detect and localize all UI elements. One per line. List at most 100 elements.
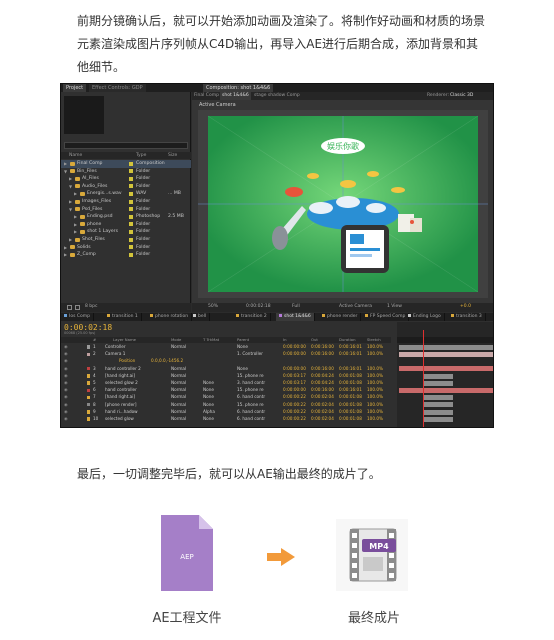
col-layer-name[interactable]: Layer Name bbox=[113, 337, 136, 343]
layer-name[interactable]: [hand right.ai] bbox=[105, 373, 135, 379]
layer-trkmat[interactable]: None bbox=[203, 394, 214, 400]
layer-in[interactable]: 0:00:00:00 bbox=[283, 344, 306, 350]
layer-stretch[interactable]: 100.0% bbox=[367, 409, 383, 415]
timeline-tab[interactable]: transition 3 bbox=[448, 313, 486, 321]
layer-duration[interactable]: 0:00:01:08 bbox=[339, 373, 362, 379]
layer-trkmat[interactable]: None bbox=[203, 402, 214, 408]
resolution-select[interactable]: Full bbox=[292, 304, 300, 309]
expand-right-icon[interactable]: ▶ bbox=[69, 175, 72, 183]
layer-label-color[interactable] bbox=[87, 417, 90, 421]
layer-row[interactable]: ◉ 9 hand ri...hadow Normal Alpha 6. hand cont… bbox=[61, 409, 391, 415]
layer-duration[interactable]: 0:00:01:08 bbox=[339, 416, 362, 422]
layer-duration[interactable]: 0:00:16:01 bbox=[339, 387, 362, 393]
subtab-stage-shadow[interactable]: stage shadow Comp bbox=[254, 92, 300, 100]
layer-stretch[interactable]: 100.0% bbox=[367, 416, 383, 422]
expand-right-icon[interactable]: ▶ bbox=[74, 221, 77, 229]
timeline-tab[interactable]: FP Speed Comp bbox=[362, 313, 410, 321]
layer-row[interactable]: ◉ 1 Controller Normal None 0:00:00:00 0:00:16:… bbox=[61, 344, 391, 350]
effect-controls-tab[interactable]: Effect Controls: GDP bbox=[89, 84, 146, 92]
layer-in[interactable]: 0:00:00:22 bbox=[283, 394, 306, 400]
layer-parent[interactable]: 6. hand contr bbox=[237, 409, 265, 415]
timeline-tab[interactable]: Ending Logo bbox=[405, 313, 445, 321]
layer-name[interactable]: Camera 1 bbox=[105, 351, 125, 357]
layer-duration-bar[interactable] bbox=[423, 416, 453, 422]
visibility-eye-icon[interactable]: ◉ bbox=[64, 366, 68, 372]
layer-row[interactable]: ◉ 5 selected glow 2 Normal None 3. hand contr… bbox=[61, 380, 391, 386]
subtab-final-comp[interactable]: Final Comp bbox=[194, 92, 219, 100]
expand-right-icon[interactable]: ▶ bbox=[74, 228, 77, 236]
visibility-eye-icon[interactable]: ◉ bbox=[64, 402, 68, 408]
label-color-swatch[interactable] bbox=[129, 207, 133, 212]
current-time-indicator[interactable] bbox=[423, 330, 424, 427]
layer-stretch[interactable]: 100.0% bbox=[367, 402, 383, 408]
layer-in[interactable]: 0:00:03:17 bbox=[283, 380, 306, 386]
layer-parent[interactable]: 15. phone re bbox=[237, 387, 264, 393]
exposure-value[interactable]: +0.0 bbox=[460, 304, 471, 309]
label-color-swatch[interactable] bbox=[129, 191, 133, 196]
timeline-tab[interactable]: shot 1&4&6 bbox=[276, 313, 315, 321]
layer-row[interactable]: ◉ 4 [hand right.ai] Normal 15. phone re 0:00:… bbox=[61, 373, 391, 379]
layer-duration-bar[interactable] bbox=[423, 395, 453, 401]
layer-stretch[interactable]: 100.0% bbox=[367, 344, 383, 350]
layer-duration-bar[interactable] bbox=[423, 402, 453, 408]
layer-mode[interactable]: Normal bbox=[171, 409, 186, 415]
expand-down-icon[interactable]: ▼ bbox=[69, 206, 72, 214]
layer-duration-bar[interactable] bbox=[423, 380, 453, 386]
subtab-shot[interactable]: shot 1&4&6 bbox=[220, 92, 251, 100]
label-color-swatch[interactable] bbox=[129, 252, 133, 257]
time-ruler[interactable] bbox=[397, 337, 493, 343]
layer-mode[interactable]: Normal bbox=[171, 373, 186, 379]
layer-stretch[interactable]: 100.0% bbox=[367, 373, 383, 379]
label-color-swatch[interactable] bbox=[129, 222, 133, 227]
layer-duration[interactable]: 0:00:16:01 bbox=[339, 344, 362, 350]
label-color-swatch[interactable] bbox=[129, 199, 133, 204]
col-stretch[interactable]: Stretch bbox=[367, 337, 381, 343]
visibility-eye-icon[interactable]: ◉ bbox=[64, 351, 68, 357]
layer-name[interactable]: selected glow bbox=[105, 416, 134, 422]
layer-out[interactable]: 0:00:16:00 bbox=[311, 351, 334, 357]
layer-duration[interactable]: 0:00:01:08 bbox=[339, 394, 362, 400]
layer-duration[interactable]: 0:00:01:08 bbox=[339, 402, 362, 408]
layer-trkmat[interactable]: Alpha bbox=[203, 409, 215, 415]
layer-duration[interactable]: 0:00:16:01 bbox=[339, 366, 362, 372]
layer-name[interactable]: Controller bbox=[105, 344, 126, 350]
layer-row[interactable]: ◉ 3 hand controller 2 Normal None 0:00:00:00 0… bbox=[61, 366, 391, 372]
layer-label-color[interactable] bbox=[87, 402, 90, 407]
new-folder-icon[interactable] bbox=[75, 305, 80, 310]
project-col-name[interactable]: Name bbox=[69, 152, 82, 159]
views-layout-select[interactable]: 1 View bbox=[387, 304, 402, 309]
layer-label-color[interactable] bbox=[87, 345, 90, 349]
layer-in[interactable]: 0:00:00:00 bbox=[283, 366, 306, 372]
project-item[interactable]: ▶ Z_Comp Folder bbox=[61, 251, 191, 259]
layer-mode[interactable]: Normal bbox=[171, 366, 186, 372]
composition-tab[interactable]: Composition: shot 1&4&6 bbox=[203, 84, 274, 92]
expand-right-icon[interactable]: ▶ bbox=[64, 244, 67, 252]
project-search-input[interactable] bbox=[64, 142, 188, 149]
layer-duration[interactable]: 0:00:01:08 bbox=[339, 380, 362, 386]
layer-duration-bar[interactable] bbox=[423, 373, 453, 379]
col-in[interactable]: In bbox=[283, 337, 287, 343]
layer-in[interactable]: 0:00:03:17 bbox=[283, 373, 306, 379]
project-item[interactable]: ▶ Ending.psd Photoshop 2.5 MB bbox=[61, 213, 191, 221]
project-item[interactable]: ▼ Audio_Files Folder bbox=[61, 183, 191, 191]
layer-name[interactable]: [phone render] bbox=[105, 402, 137, 408]
layer-out[interactable]: 0:00:16:00 bbox=[311, 387, 334, 393]
layer-name[interactable]: hand controller bbox=[105, 387, 137, 393]
expand-right-icon[interactable]: ▶ bbox=[74, 213, 77, 221]
project-item[interactable]: ▼ Psd_Files Folder bbox=[61, 206, 191, 214]
layer-name[interactable]: selected glow 2 bbox=[105, 380, 138, 386]
label-color-swatch[interactable] bbox=[129, 229, 133, 234]
layer-label-color[interactable] bbox=[87, 410, 90, 414]
comp-current-time[interactable]: 0:00:02:18 bbox=[246, 304, 271, 309]
layer-out[interactable]: 0:00:16:00 bbox=[311, 366, 334, 372]
expand-right-icon[interactable]: ▶ bbox=[64, 251, 67, 259]
visibility-eye-icon[interactable]: ◉ bbox=[64, 416, 68, 422]
layer-label-color[interactable] bbox=[87, 352, 90, 357]
layer-parent[interactable]: 6. hand contr bbox=[237, 394, 265, 400]
layer-out[interactable]: 0:00:02:04 bbox=[311, 409, 334, 415]
timeline-tab[interactable]: phone rotation bbox=[147, 313, 193, 321]
layer-parent[interactable]: 1. Controller bbox=[237, 351, 263, 357]
layer-row[interactable]: ◉ 2 Camera 1 1. Controller 0:00:00:00 0:00:16… bbox=[61, 351, 391, 357]
label-color-swatch[interactable] bbox=[129, 214, 133, 219]
col-mode[interactable]: Mode bbox=[171, 337, 181, 343]
